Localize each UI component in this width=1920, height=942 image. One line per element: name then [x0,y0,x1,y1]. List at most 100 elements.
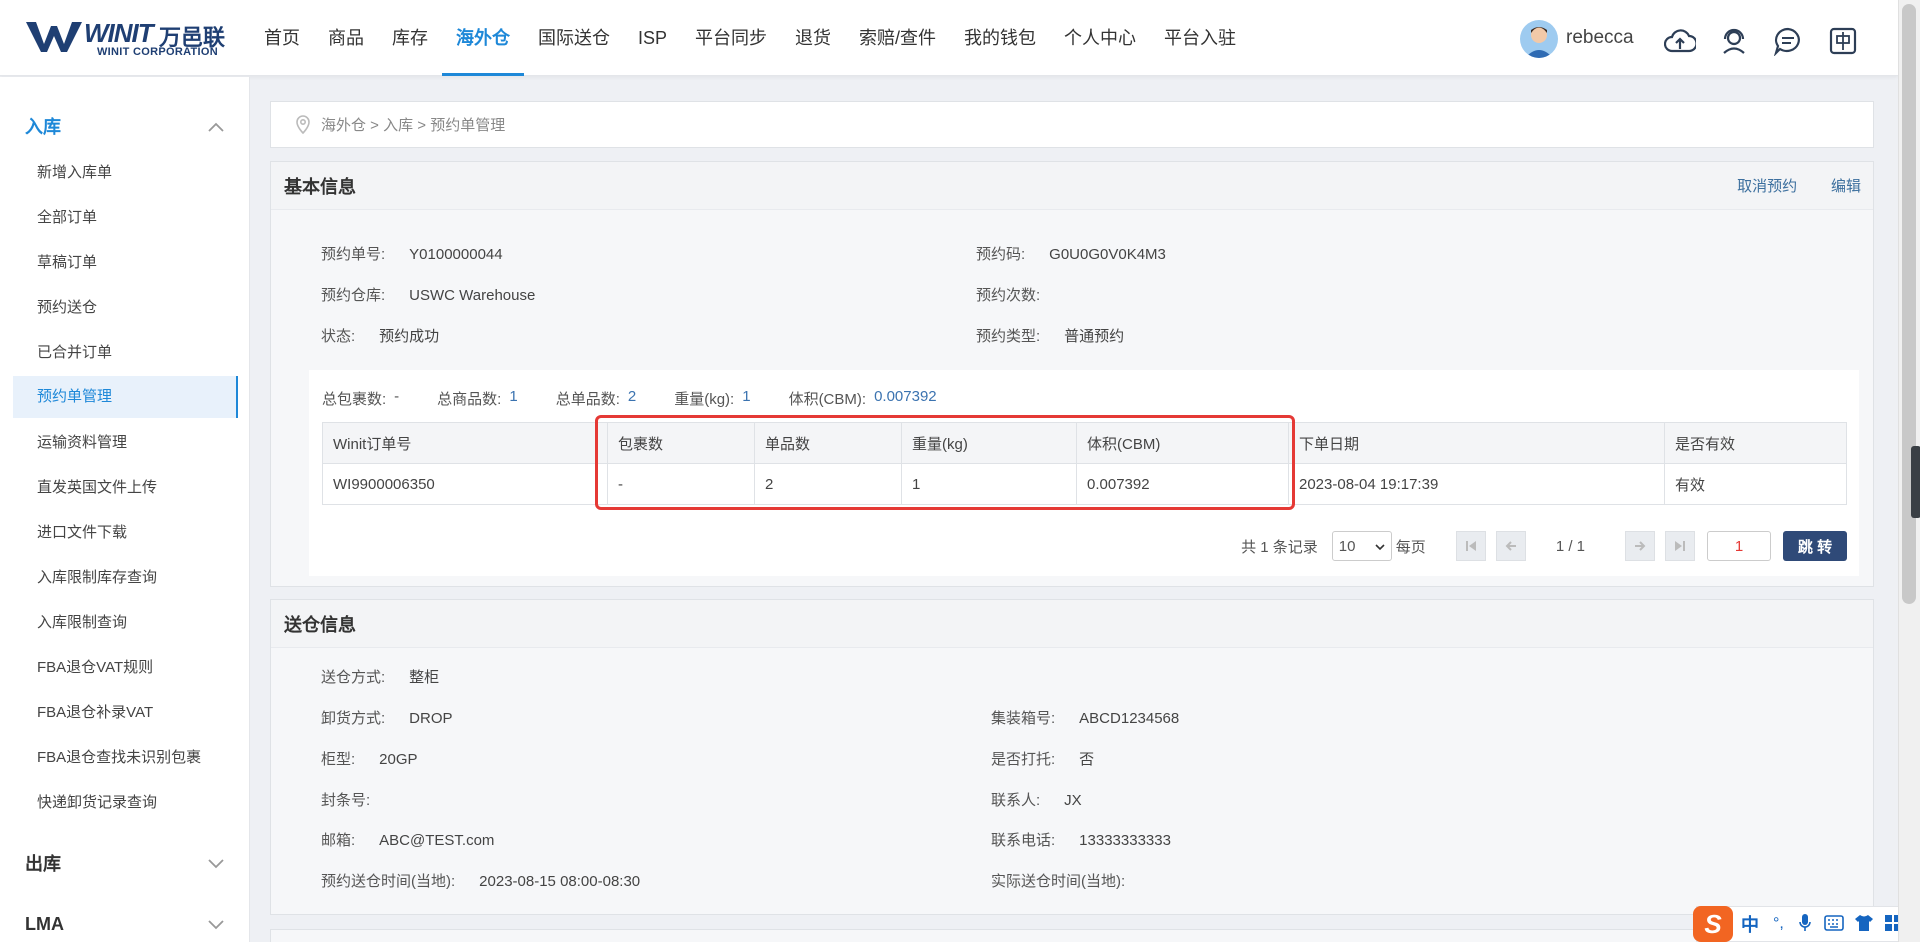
first-page-icon[interactable] [1455,531,1486,561]
nav-claims[interactable]: 索赔/查件 [845,0,950,76]
summary-label: 重量(kg): [674,391,735,408]
nav-overseas-warehouse[interactable]: 海外仓 [442,0,524,76]
column-header: Winit订单号 [322,422,608,464]
sidebar-item-draft-orders[interactable]: 草稿订单 [13,242,238,284]
sidebar-item-all-orders[interactable]: 全部订单 [13,197,238,239]
field-value: 2023-08-15 08:00-08:30 [479,873,641,890]
sidebar-item-new-inbound[interactable]: 新增入库单 [13,152,238,194]
sidebar-item-express-unload-records[interactable]: 快递卸货记录查询 [13,782,238,824]
nav-inventory[interactable]: 库存 [378,0,442,76]
cancel-appointment-link[interactable]: 取消预约 [1737,178,1797,195]
sidebar-item-import-file-download[interactable]: 进口文件下载 [13,512,238,554]
punctuation-icon[interactable]: °, [1773,915,1784,933]
skin-icon[interactable] [1854,914,1874,935]
field-label: 卸货方式: [321,710,386,727]
sidebar-item-fba-vat-supplement[interactable]: FBA退仓补录VAT [13,692,238,734]
field-warehouse: 预约仓库: USWC Warehouse [321,284,535,305]
chevron-down-icon [1375,538,1385,555]
summary-line: 总包裹数: - 总商品数: 1 总单品数: 2 重量(kg): 1 体积(CBM): 0.… [322,388,975,409]
edit-link[interactable]: 编辑 [1831,178,1861,195]
table-cell: WI9900006350 [322,463,608,505]
sidebar-item-restriction-query[interactable]: 入库限制查询 [13,602,238,644]
main-nav: 首页 商品 库存 海外仓 国际送仓 ISP 平台同步 退货 索赔/查件 我的钱包… [250,0,1250,76]
chevron-down-icon [208,914,224,935]
field-label: 邮箱: [321,832,356,849]
sidebar-section-lma[interactable]: LMA [0,904,249,942]
winit-logo[interactable]: WINIT 万邑联 WINIT CORPORATION [24,16,226,60]
breadcrumb-path: 海外仓 > 入库 > 预约单管理 [321,117,506,134]
summary-value: - [394,388,400,405]
nav-international-delivery[interactable]: 国际送仓 [524,0,624,76]
nav-isp[interactable]: ISP [624,0,681,76]
location-pin-icon [295,114,311,135]
field-label: 预约码: [976,246,1026,263]
field-unload-mode: 卸货方式: DROP [321,707,453,728]
nav-personal-center[interactable]: 个人中心 [1050,0,1150,76]
message-icon[interactable] [1771,24,1805,58]
field-label: 联系人: [991,792,1041,809]
field-label: 联系电话: [991,832,1056,849]
nav-platform-join[interactable]: 平台入驻 [1150,0,1250,76]
summary-label: 总单品数: [555,391,620,408]
chevron-up-icon [208,116,224,137]
page-indicator: 1 / 1 [1555,537,1585,555]
logo-mark-text: WINIT [84,18,154,48]
next-page-icon[interactable] [1625,531,1655,561]
sogou-logo-icon[interactable]: S [1693,906,1733,942]
page-scrollbar[interactable] [1898,0,1920,942]
field-container-no: 集装箱号: ABCD1234568 [991,707,1179,728]
nav-home[interactable]: 首页 [250,0,314,76]
summary-value: 0.007392 [874,388,937,405]
sidebar-section-title: 入库 [25,117,61,137]
nav-products[interactable]: 商品 [314,0,378,76]
nav-wallet[interactable]: 我的钱包 [950,0,1050,76]
nav-returns[interactable]: 退货 [781,0,845,76]
total-records: 共 1 条记录 [1241,538,1318,556]
sidebar-item-fba-unidentified-packages[interactable]: FBA退仓查找未识别包裹 [13,737,238,779]
field-value: 普通预约 [1064,328,1125,345]
summary-value: 2 [627,388,637,405]
sidebar-item-restricted-stock-query[interactable]: 入库限制库存查询 [13,557,238,599]
field-label: 预约送仓时间(当地): [321,873,456,890]
ime-language[interactable]: 中 [1741,911,1759,937]
sidebar-section-outbound[interactable]: 出库 [0,843,249,883]
field-appointment-code: 预约码: G0U0G0V0K4M3 [976,243,1166,264]
jump-button[interactable]: 跳 转 [1783,531,1847,561]
field-label: 集装箱号: [991,710,1056,727]
sidebar-item-merged-orders[interactable]: 已合并订单 [13,332,238,374]
last-page-icon[interactable] [1665,531,1695,561]
sidebar-item-uk-file-upload[interactable]: 直发英国文件上传 [13,467,238,509]
sidebar-item-transport-docs[interactable]: 运输资料管理 [13,422,238,464]
sidebar-item-appointment-delivery[interactable]: 预约送仓 [13,287,238,329]
nav-platform-sync[interactable]: 平台同步 [681,0,781,76]
field-actual-delivery-time: 实际送仓时间(当地): [991,870,1125,891]
prev-page-icon[interactable] [1495,531,1526,561]
field-appointment-times: 预约次数: [976,284,1040,305]
upload-cloud-icon[interactable] [1663,24,1697,58]
sidebar-item-fba-vat-rules[interactable]: FBA退仓VAT规则 [13,647,238,689]
pagination: 共 1 条记录 10 每页 1 / 1 1 跳 转 [1241,530,1847,562]
field-appointment-type: 预约类型: 普通预约 [976,325,1124,346]
customer-service-icon[interactable] [1717,24,1751,58]
user-avatar[interactable] [1520,20,1558,58]
language-switch-icon[interactable] [1826,24,1860,58]
field-value: ABC@TEST.com [379,832,495,849]
username[interactable]: rebecca [1566,27,1634,49]
column-header: 是否有效 [1664,422,1847,464]
per-page-label: 每页 [1395,538,1426,556]
field-palletized: 是否打托: 否 [991,748,1094,769]
page-size-select[interactable]: 10 [1331,531,1392,561]
field-label: 实际送仓时间(当地): [991,873,1126,890]
table-cell: 有效 [1664,463,1847,505]
sidebar-section-inbound[interactable]: 入库 [0,106,249,146]
field-value: DROP [409,710,453,727]
top-navigation-bar: WINIT 万邑联 WINIT CORPORATION 首页 商品 库存 海外仓… [0,0,1898,76]
field-contact: 联系人: JX [991,789,1082,810]
keyboard-icon[interactable] [1824,914,1844,934]
microphone-icon[interactable] [1798,913,1812,936]
sidebar-item-appointment-management[interactable]: 预约单管理 [13,376,238,418]
jump-page-input[interactable]: 1 [1707,531,1771,561]
breadcrumb: 海外仓 > 入库 > 预约单管理 [270,101,1874,148]
field-phone: 联系电话: 13333333333 [991,829,1171,850]
summary-value: 1 [742,388,751,405]
